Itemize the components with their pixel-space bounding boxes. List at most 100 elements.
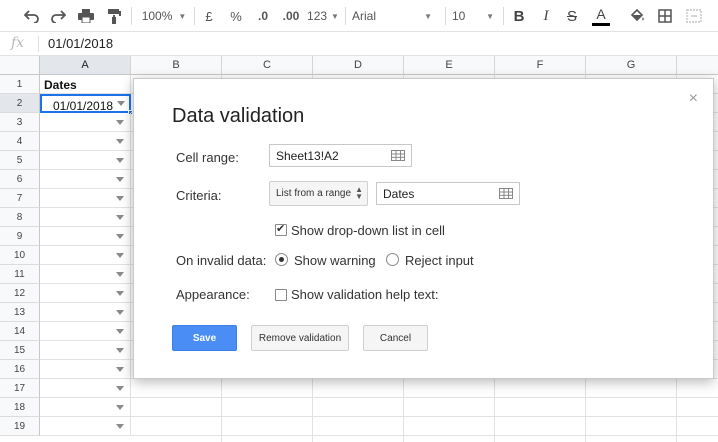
select-all-corner[interactable] [0,56,40,75]
row-header[interactable]: 17 [0,379,40,398]
save-button[interactable]: Save [172,325,237,351]
column-header-f[interactable]: F [495,56,586,75]
merge-cells-icon[interactable] [683,0,705,32]
zoom-select[interactable]: 100% ▼ [140,0,188,32]
cell-a[interactable] [40,379,131,398]
cell-a[interactable] [40,360,131,379]
dropdown-arrow-icon[interactable] [116,158,124,163]
criteria-range-input[interactable]: Dates [376,182,520,205]
cell-a[interactable] [40,208,131,227]
borders-icon[interactable] [654,0,676,32]
text-color-button[interactable]: A [590,0,612,32]
cell-a2[interactable]: 01/01/2018 [40,94,131,113]
cell-a[interactable] [40,303,131,322]
cell-a[interactable] [40,417,131,436]
dropdown-arrow-icon[interactable] [116,310,124,315]
dropdown-arrow-icon[interactable] [116,386,124,391]
select-range-icon[interactable] [499,188,513,202]
undo-icon[interactable] [22,0,42,32]
more-formats-button[interactable]: 123 ▼ [306,0,340,32]
cell-a[interactable] [40,227,131,246]
print-icon[interactable] [75,0,97,32]
font-size-select[interactable]: 10 ▼ [452,0,498,32]
cancel-button[interactable]: Cancel [363,325,428,351]
dropdown-arrow-icon[interactable] [116,424,124,429]
row-header[interactable]: 19 [0,417,40,436]
column-header-e[interactable]: E [404,56,495,75]
row-header[interactable]: 18 [0,398,40,417]
row-header[interactable]: 11 [0,265,40,284]
dropdown-arrow-icon[interactable] [116,272,124,277]
cell-range-input[interactable]: Sheet13!A2 [269,144,412,167]
close-icon[interactable]: × [689,90,698,108]
cell-range-value: Sheet13!A2 [276,149,339,163]
cell-a[interactable] [40,284,131,303]
row-header[interactable]: 15 [0,341,40,360]
help-text-checkbox[interactable] [275,289,287,301]
dropdown-arrow-icon[interactable] [117,101,125,106]
dropdown-arrow-icon[interactable] [116,196,124,201]
row-header[interactable]: 5 [0,151,40,170]
criteria-select[interactable]: List from a range ▲ ▼ [269,181,368,206]
cell-a[interactable] [40,170,131,189]
row-header[interactable]: 10 [0,246,40,265]
dropdown-arrow-icon[interactable] [116,139,124,144]
cell-a[interactable] [40,113,131,132]
show-warning-radio[interactable] [275,253,288,266]
row-header[interactable]: 4 [0,132,40,151]
dropdown-arrow-icon[interactable] [116,405,124,410]
dropdown-arrow-icon[interactable] [116,348,124,353]
remove-validation-button[interactable]: Remove validation [251,325,349,351]
paint-format-icon[interactable] [103,0,125,32]
dropdown-arrow-icon[interactable] [116,120,124,125]
row-header[interactable]: 9 [0,227,40,246]
cell-a[interactable] [40,151,131,170]
row-header[interactable]: 16 [0,360,40,379]
cell-a[interactable] [40,398,131,417]
column-header-g[interactable]: G [586,56,677,75]
column-header-b[interactable]: B [131,56,222,75]
dropdown-arrow-icon[interactable] [116,329,124,334]
cell-a[interactable] [40,322,131,341]
help-text-label: Show validation help text: [291,287,439,302]
row-header[interactable]: 8 [0,208,40,227]
show-dropdown-checkbox[interactable]: ✔ [275,223,287,236]
row-header[interactable]: 6 [0,170,40,189]
dropdown-arrow-icon[interactable] [116,177,124,182]
select-range-icon[interactable] [391,150,405,164]
cell-a[interactable] [40,132,131,151]
currency-button[interactable]: £ [200,0,218,32]
row-header[interactable]: 3 [0,113,40,132]
row-header[interactable]: 13 [0,303,40,322]
dropdown-arrow-icon[interactable] [116,291,124,296]
dropdown-arrow-icon[interactable] [116,253,124,258]
cell-a[interactable] [40,246,131,265]
column-header-c[interactable]: C [222,56,313,75]
row-header[interactable]: 1 [0,75,40,94]
redo-icon[interactable] [48,0,68,32]
row-header[interactable]: 12 [0,284,40,303]
fill-color-icon[interactable] [626,0,648,32]
font-select[interactable]: Arial ▼ [352,0,440,32]
row-header[interactable]: 2 [0,94,40,113]
column-header-d[interactable]: D [313,56,404,75]
row-header[interactable]: 14 [0,322,40,341]
cell-a[interactable] [40,189,131,208]
row-header[interactable]: 7 [0,189,40,208]
column-header-a[interactable]: A [40,56,131,75]
dropdown-arrow-icon[interactable] [116,215,124,220]
decrease-decimal-button[interactable]: .0 [252,0,274,32]
formula-input[interactable]: 01/01/2018 [48,36,113,51]
strikethrough-button[interactable]: S [562,0,582,32]
increase-decimal-button[interactable]: .00 [280,0,302,32]
cell-a[interactable] [40,341,131,360]
dropdown-arrow-icon[interactable] [116,234,124,239]
percent-button[interactable]: % [227,0,245,32]
cell-a1[interactable]: Dates [40,75,131,94]
column-header-h[interactable] [677,56,718,75]
italic-button[interactable]: I [536,0,556,32]
bold-button[interactable]: B [509,0,529,32]
cell-a[interactable] [40,265,131,284]
reject-input-radio[interactable] [386,253,399,266]
dropdown-arrow-icon[interactable] [116,367,124,372]
